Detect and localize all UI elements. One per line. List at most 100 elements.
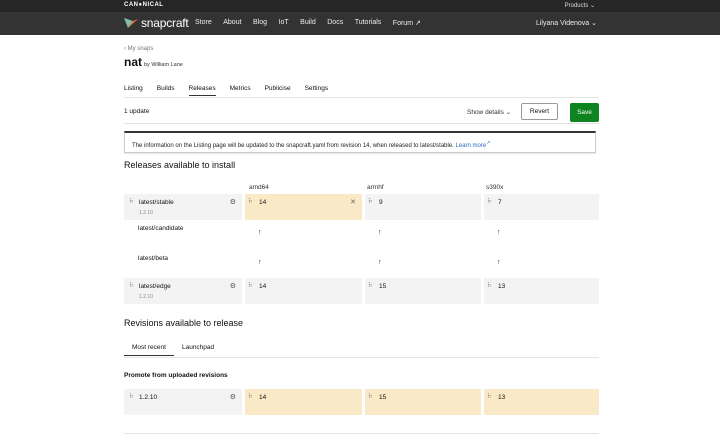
save-button[interactable]: Save (570, 103, 599, 122)
main-navbar: snapcraft Store About Blog IoT Build Doc… (0, 12, 720, 35)
page-title: nat by William Lane (124, 55, 183, 69)
revision-cell[interactable]: ⠷ 9 (365, 194, 481, 220)
listing-notice: The information on the Listing page will… (124, 131, 596, 153)
revision-cell[interactable]: ↑ (484, 220, 599, 250)
update-count: 1 update (124, 108, 150, 115)
revision-number: 14 (259, 199, 267, 206)
revision-cell[interactable]: ↑ (365, 220, 481, 250)
products-menu[interactable]: Products ⌄ (565, 2, 595, 9)
revision-cell[interactable]: ⠷ 14 (245, 389, 362, 415)
releases-heading: Releases available to install (124, 160, 236, 170)
drag-handle-icon[interactable]: ⠷ (129, 282, 134, 289)
snapcraft-logo[interactable]: snapcraft (124, 16, 189, 30)
uploaded-revision-row: ⠷ 1.2.10 ⚙ ⠷ 14 ⠷ 15 ⠷ 13 (124, 389, 599, 415)
channel-version: 1.2.10 (139, 294, 153, 300)
drag-handle-icon[interactable]: ⠷ (487, 393, 492, 400)
channel-cell: ⠷ latest/edge 1.2.10 ⚙ (124, 278, 242, 304)
channel-name: latest/edge (139, 283, 171, 290)
revisions-tabs-divider (124, 357, 599, 358)
tab-most-recent[interactable]: Most recent (124, 344, 174, 356)
drag-handle-icon[interactable]: ⠷ (129, 198, 134, 205)
tab-metrics[interactable]: Metrics (230, 85, 251, 96)
toolbar-divider (124, 123, 599, 124)
revision-cell[interactable]: ⠷ 7 (484, 194, 599, 220)
revision-number: 15 (379, 283, 387, 290)
drag-handle-icon[interactable]: ⠷ (248, 198, 253, 205)
nav-tutorials[interactable]: Tutorials (355, 19, 382, 27)
revision-number: 13 (498, 283, 506, 290)
canonical-topbar: CAN●NICAL Products ⌄ (0, 0, 720, 12)
revision-cell[interactable]: ⠷ 14 (245, 278, 362, 304)
revision-cell[interactable]: ⠷ 13 (484, 278, 599, 304)
drag-handle-icon[interactable]: ⠷ (248, 393, 253, 400)
nav-docs[interactable]: Docs (327, 19, 343, 27)
gear-icon[interactable]: ⚙ (230, 198, 236, 206)
channel-cell: latest/candidate (124, 220, 242, 250)
drag-handle-icon[interactable]: ⠷ (129, 393, 134, 400)
revision-number: 14 (259, 283, 267, 290)
arrow-up-icon: ↑ (497, 259, 501, 266)
tab-releases[interactable]: Releases (188, 85, 216, 96)
snapcraft-bird-icon (124, 18, 138, 28)
revert-button[interactable]: Revert (521, 103, 558, 120)
tab-listing[interactable]: Listing (124, 85, 143, 96)
promote-heading: Promote from uploaded revisions (124, 372, 228, 379)
learn-more-link[interactable]: Learn more (456, 143, 487, 149)
nav-forum[interactable]: Forum ↗ (393, 19, 421, 27)
nav-build[interactable]: Build (300, 19, 316, 27)
drag-handle-icon[interactable]: ⠷ (368, 198, 373, 205)
revision-cell[interactable]: ↑ (245, 250, 362, 278)
arrow-up-icon: ↑ (258, 259, 262, 266)
revision-cell[interactable]: ↑ (245, 220, 362, 250)
tab-settings[interactable]: Settings (305, 85, 329, 96)
version-cell: ⠷ 1.2.10 ⚙ (124, 389, 242, 415)
channel-row-candidate: latest/candidate ↑ ↑ ↑ (124, 220, 599, 250)
channel-version: 1.2.10 (139, 210, 153, 216)
tab-publicise[interactable]: Publicise (265, 85, 291, 96)
nav-blog[interactable]: Blog (253, 19, 267, 27)
revision-cell[interactable]: ↑ (365, 250, 481, 278)
arch-armhf: armhf (367, 184, 384, 191)
show-details-toggle[interactable]: Show details ⌄ (467, 108, 511, 116)
revision-cell[interactable]: ↑ (484, 250, 599, 278)
channel-name: latest/candidate (138, 225, 184, 232)
nav-links: Store About Blog IoT Build Docs Tutorial… (195, 19, 432, 27)
revision-number: 15 (379, 394, 387, 401)
canonical-logo[interactable]: CAN●NICAL (124, 2, 163, 8)
revision-number: 7 (498, 199, 502, 206)
revision-cell[interactable]: ⠷ 13 (484, 389, 599, 415)
drag-handle-icon[interactable]: ⠷ (487, 198, 492, 205)
user-menu[interactable]: Lilyana Videnova ⌄ (536, 19, 597, 27)
revision-cell[interactable]: ⠷ 15 (365, 389, 481, 415)
drag-handle-icon[interactable]: ⠷ (487, 282, 492, 289)
channel-row-stable: ⠷ latest/stable 1.2.10 ⚙ ⠷ 14 ✕ ⠷ 9 ⠷ 7 (124, 194, 599, 220)
nav-store[interactable]: Store (195, 19, 212, 27)
snapcraft-wordmark: snapcraft (141, 16, 189, 30)
breadcrumb[interactable]: ‹ My snaps (124, 46, 153, 52)
drag-handle-icon[interactable]: ⠷ (368, 393, 373, 400)
revision-number: 13 (498, 394, 506, 401)
revisions-tabs: Most recent Launchpad (124, 344, 222, 356)
channel-cell: latest/beta (124, 250, 242, 278)
snap-name: nat (124, 55, 142, 69)
nav-iot[interactable]: IoT (279, 19, 289, 27)
arrow-up-icon: ↑ (378, 259, 382, 266)
revision-cell[interactable]: ⠷ 14 ✕ (245, 194, 362, 220)
channel-cell: ⠷ latest/stable 1.2.10 ⚙ (124, 194, 242, 220)
revision-cell[interactable]: ⠷ 15 (365, 278, 481, 304)
gear-icon[interactable]: ⚙ (230, 393, 236, 401)
drag-handle-icon[interactable]: ⠷ (368, 282, 373, 289)
tabs-divider (124, 97, 599, 98)
tab-builds[interactable]: Builds (157, 85, 175, 96)
arrow-up-icon: ↑ (378, 229, 382, 236)
close-icon[interactable]: ✕ (350, 198, 356, 206)
arch-s390x: s390x (486, 184, 504, 191)
gear-icon[interactable]: ⚙ (230, 282, 236, 290)
drag-handle-icon[interactable]: ⠷ (248, 282, 253, 289)
footer-divider (124, 433, 599, 434)
nav-about[interactable]: About (223, 19, 241, 27)
arrow-up-icon: ↑ (258, 229, 262, 236)
tab-launchpad[interactable]: Launchpad (174, 344, 222, 356)
channel-row-edge: ⠷ latest/edge 1.2.10 ⚙ ⠷ 14 ⠷ 15 ⠷ 13 (124, 278, 599, 304)
revision-number: 9 (379, 199, 383, 206)
